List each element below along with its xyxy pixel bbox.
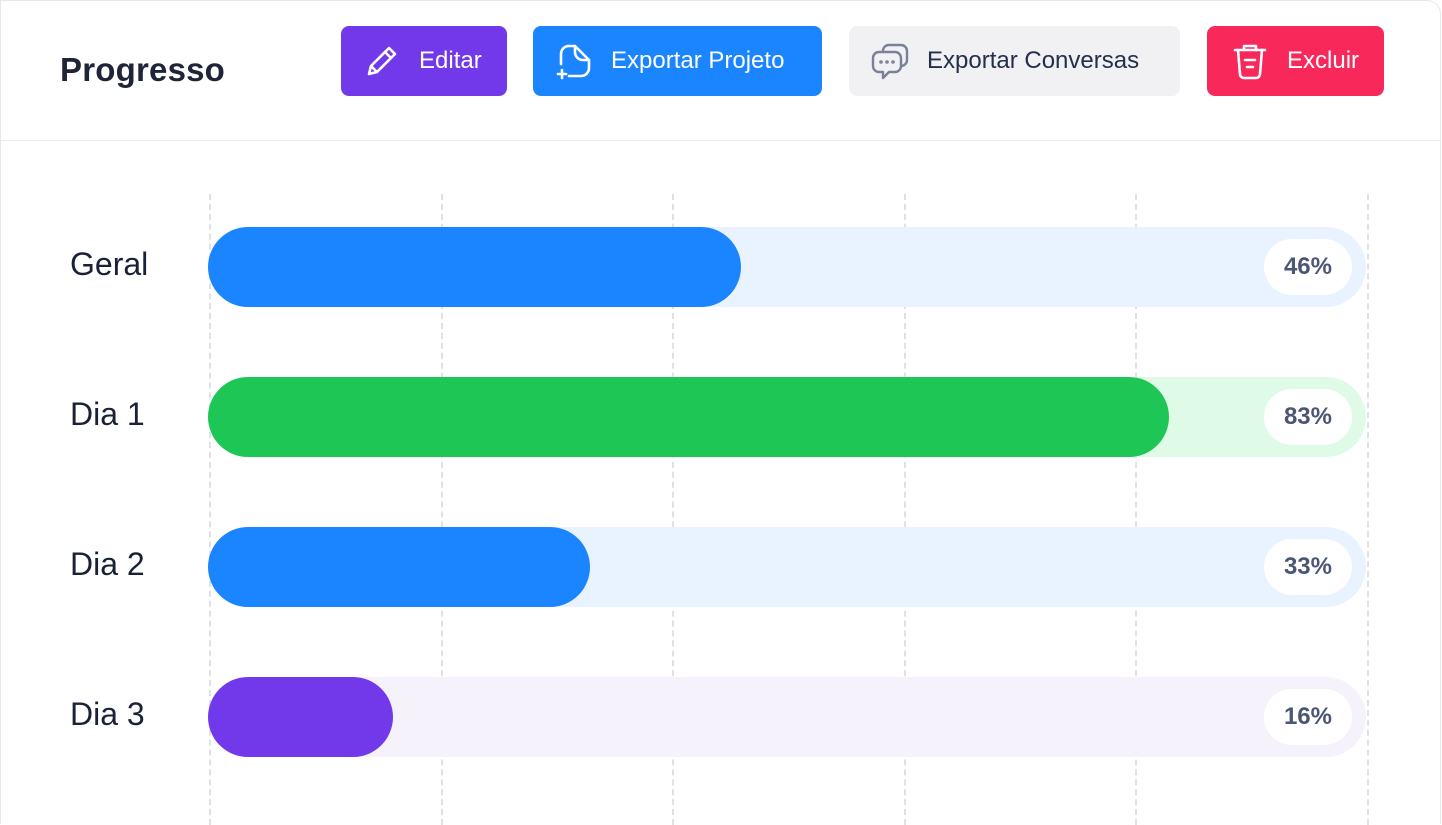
progress-fill xyxy=(208,677,394,757)
progress-row-dia-2: Dia 2 33% xyxy=(1,527,1442,607)
progress-row-dia-1: Dia 1 83% xyxy=(1,377,1442,457)
page-title: Progresso xyxy=(60,51,226,88)
progress-percent: 83% xyxy=(1263,389,1352,445)
export-project-button[interactable]: Exportar Projeto xyxy=(533,26,822,96)
export-project-label: Exportar Projeto xyxy=(611,47,785,74)
progress-percent: 16% xyxy=(1263,689,1352,745)
progress-row-dia-3: Dia 3 16% xyxy=(1,677,1442,757)
export-conversations-label: Exportar Conversas xyxy=(927,47,1140,74)
chat-bubbles-icon xyxy=(869,40,911,82)
delete-button[interactable]: Excluir xyxy=(1207,26,1384,96)
progress-track: 46% xyxy=(208,227,1366,307)
progress-label: Geral xyxy=(70,246,149,282)
progress-percent: 33% xyxy=(1263,539,1352,595)
progress-card: Progresso Editar Exportar Projeto Export… xyxy=(0,0,1442,825)
progress-track: 16% xyxy=(208,677,1366,757)
delete-button-label: Excluir xyxy=(1287,47,1360,74)
progress-label: Dia 1 xyxy=(70,396,145,432)
card-header: Progresso Editar Exportar Projeto Export… xyxy=(1,1,1440,141)
trash-icon xyxy=(1229,40,1271,82)
pencil-icon xyxy=(361,40,403,82)
progress-row-geral: Geral 46% xyxy=(1,227,1442,307)
progress-percent: 46% xyxy=(1263,239,1352,295)
progress-chart: Geral 46% Dia 1 83% Dia 2 33% Dia 3 16% xyxy=(1,142,1442,825)
progress-track: 33% xyxy=(208,527,1366,607)
progress-fill xyxy=(208,377,1170,457)
progress-label: Dia 2 xyxy=(70,546,145,582)
progress-label: Dia 3 xyxy=(70,696,145,732)
export-conversations-button[interactable]: Exportar Conversas xyxy=(849,26,1180,96)
progress-fill xyxy=(208,527,591,607)
file-export-icon xyxy=(553,40,595,82)
progress-track: 83% xyxy=(208,377,1366,457)
edit-button-label: Editar xyxy=(419,47,482,74)
progress-fill xyxy=(208,227,741,307)
edit-button[interactable]: Editar xyxy=(341,26,507,96)
